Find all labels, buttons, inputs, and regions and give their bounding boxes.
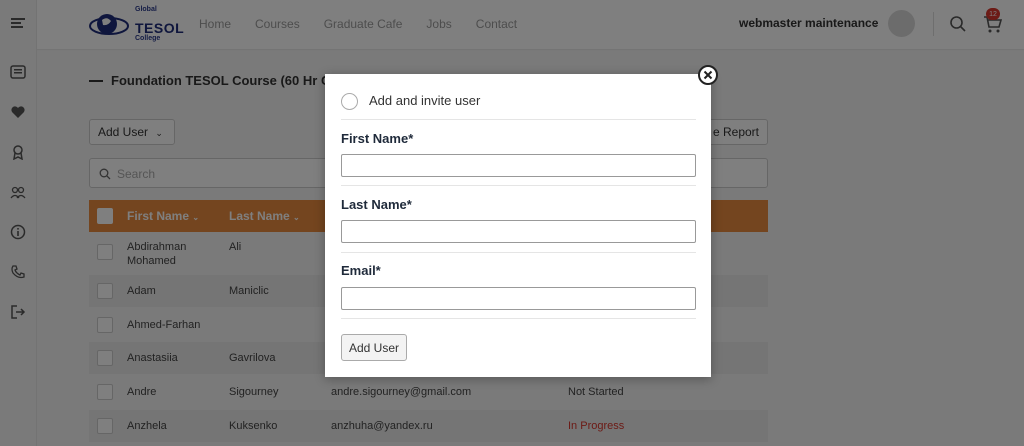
invite-radio[interactable] <box>341 93 358 110</box>
add-user-submit-button[interactable]: Add User <box>341 334 407 361</box>
email-label: Email* <box>341 263 381 278</box>
close-modal-button[interactable] <box>698 65 718 85</box>
modal-heading: Add and invite user <box>369 93 481 108</box>
last-name-field[interactable] <box>341 220 696 243</box>
add-user-modal: Add and invite user First Name* Last Nam… <box>325 74 711 377</box>
divider <box>341 185 696 186</box>
email-field[interactable] <box>341 287 696 310</box>
divider <box>341 119 696 120</box>
first-name-label: First Name* <box>341 131 414 146</box>
last-name-label: Last Name* <box>341 197 412 212</box>
divider <box>341 252 696 253</box>
close-icon <box>703 70 713 80</box>
first-name-field[interactable] <box>341 154 696 177</box>
divider <box>341 318 696 319</box>
